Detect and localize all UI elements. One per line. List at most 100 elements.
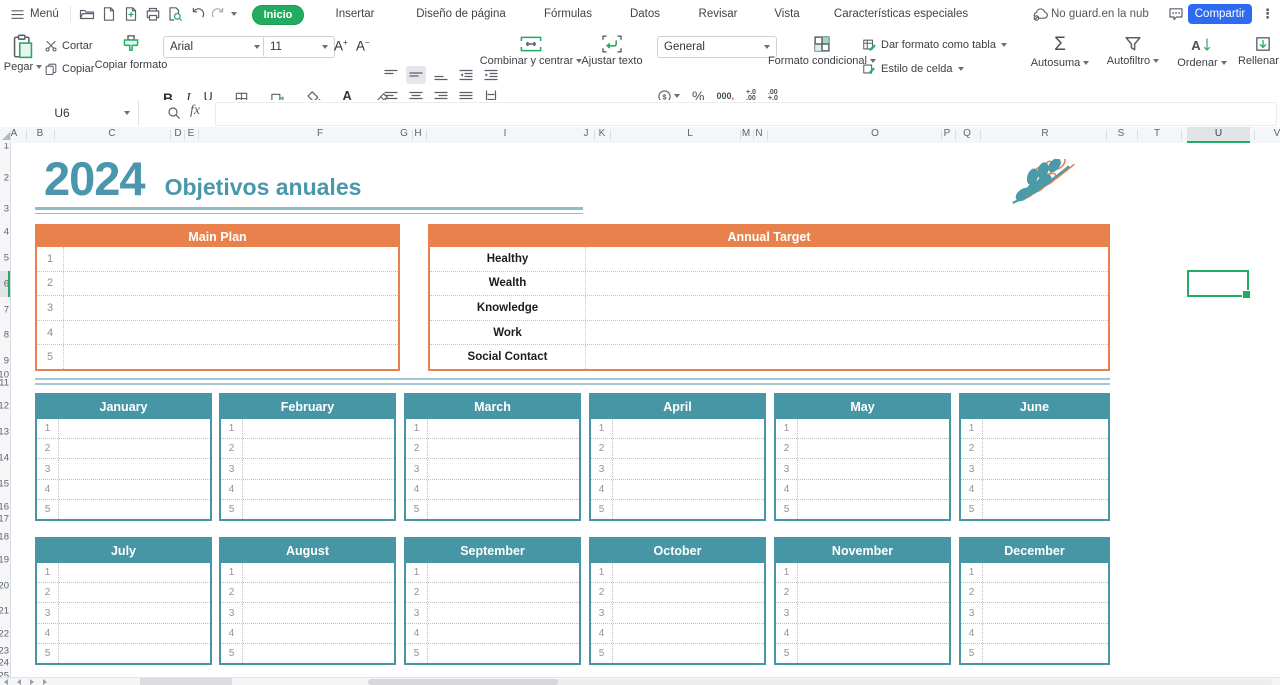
month-entry-cell[interactable] [59,459,210,478]
save-icon[interactable] [123,0,139,28]
row-header-13[interactable]: 13 [0,427,9,438]
column-header-f[interactable]: F [317,128,323,139]
month-entry-cell[interactable] [798,563,949,582]
overflow-menu-icon[interactable]: ⋮ [1261,0,1274,28]
month-entry-cell[interactable] [243,459,394,478]
month-entry-cell[interactable] [983,419,1108,438]
column-header-a[interactable]: A [11,128,18,139]
month-table-june[interactable]: June12345 [959,393,1110,521]
month-entry-cell[interactable] [428,563,579,582]
tab-vista[interactable]: Vista [774,0,799,28]
column-header-m[interactable]: M [742,128,750,139]
plan-entry-cell[interactable] [64,345,398,369]
column-header-p[interactable]: P [944,128,951,139]
month-entry-cell[interactable] [798,439,949,458]
row-header-14[interactable]: 14 [0,453,9,464]
column-header-v[interactable]: V [1274,128,1280,139]
merge-center-button[interactable]: Combinar y centrar [498,34,564,67]
column-header-h[interactable]: H [414,128,421,139]
tab-formulas[interactable]: Fórmulas [544,0,592,28]
month-entry-cell[interactable] [613,439,764,458]
font-size-select[interactable]: 11 [263,36,335,58]
month-entry-cell[interactable] [59,603,210,622]
column-header-d[interactable]: D [174,128,181,139]
month-entry-cell[interactable] [613,624,764,643]
month-entry-cell[interactable] [798,583,949,602]
month-entry-cell[interactable] [59,439,210,458]
target-entry-cell[interactable] [586,247,1108,271]
tab-insertar[interactable]: Insertar [336,0,375,28]
align-top-button[interactable] [381,66,401,84]
row-header-23[interactable]: 23 [0,646,9,657]
month-entry-cell[interactable] [428,439,579,458]
tab-home[interactable]: Inicio [252,5,304,25]
month-entry-cell[interactable] [243,603,394,622]
row-header-16[interactable]: 16 [0,502,9,513]
target-entry-cell[interactable] [586,321,1108,345]
month-entry-cell[interactable] [243,644,394,663]
new-file-icon[interactable] [101,0,117,28]
cut-button[interactable]: Cortar [44,39,93,53]
column-header-i[interactable]: I [504,128,507,139]
formula-input[interactable] [215,102,1277,126]
month-entry-cell[interactable] [59,624,210,643]
row-header-22[interactable]: 22 [0,629,9,640]
selected-cell-u6[interactable] [1187,270,1249,297]
month-entry-cell[interactable] [613,583,764,602]
month-entry-cell[interactable] [243,500,394,519]
month-entry-cell[interactable] [983,624,1108,643]
share-button[interactable]: Compartir [1188,4,1252,24]
more-commands-caret-icon[interactable] [231,0,237,28]
column-header-q[interactable]: Q [963,128,971,139]
column-header-o[interactable]: O [871,128,879,139]
row-header-19[interactable]: 19 [0,555,9,566]
month-entry-cell[interactable] [798,459,949,478]
month-entry-cell[interactable] [983,459,1108,478]
row-header-2[interactable]: 2 [4,173,9,184]
column-header-b[interactable]: B [37,128,44,139]
month-entry-cell[interactable] [983,563,1108,582]
column-header-l[interactable]: L [687,128,693,139]
column-header-n[interactable]: N [755,128,762,139]
font-name-select[interactable]: Arial [163,36,267,58]
month-entry-cell[interactable] [59,500,210,519]
month-entry-cell[interactable] [983,500,1108,519]
comment-icon[interactable] [1168,0,1184,28]
format-painter-button[interactable]: Copiar formato [103,34,159,71]
copy-button[interactable]: Copiar [44,62,94,76]
month-entry-cell[interactable] [59,563,210,582]
scrollbar-thumb[interactable] [368,679,558,685]
month-entry-cell[interactable] [428,419,579,438]
month-table-august[interactable]: August12345 [219,537,396,665]
month-table-february[interactable]: February12345 [219,393,396,521]
month-entry-cell[interactable] [983,644,1108,663]
sheet-grid[interactable]: 1234567891011121314151617181920212223242… [0,143,1280,677]
month-table-november[interactable]: November12345 [774,537,951,665]
month-entry-cell[interactable] [798,480,949,499]
column-header-e[interactable]: E [188,128,195,139]
column-header-c[interactable]: C [108,128,115,139]
column-header-j[interactable]: J [584,128,589,139]
month-entry-cell[interactable] [798,603,949,622]
row-header-18[interactable]: 18 [0,532,9,543]
number-format-select[interactable]: General [657,36,777,58]
month-entry-cell[interactable] [428,624,579,643]
row-header-24[interactable]: 24 [0,658,9,669]
row-header-8[interactable]: 8 [4,330,9,341]
month-entry-cell[interactable] [613,644,764,663]
plan-entry-cell[interactable] [64,247,398,271]
open-file-icon[interactable] [79,0,95,28]
month-table-april[interactable]: April12345 [589,393,766,521]
column-header-t[interactable]: T [1154,128,1160,139]
print-icon[interactable] [145,0,161,28]
cell-style-button[interactable]: Estilo de celda [862,62,964,76]
month-entry-cell[interactable] [428,459,579,478]
redo-icon[interactable] [210,0,226,28]
month-entry-cell[interactable] [613,500,764,519]
name-box[interactable]: U6 [0,100,139,126]
month-entry-cell[interactable] [59,583,210,602]
row-header-5[interactable]: 5 [4,253,9,264]
month-entry-cell[interactable] [798,644,949,663]
main-plan-table[interactable]: Main Plan 12345 [35,224,400,371]
month-table-may[interactable]: May12345 [774,393,951,521]
